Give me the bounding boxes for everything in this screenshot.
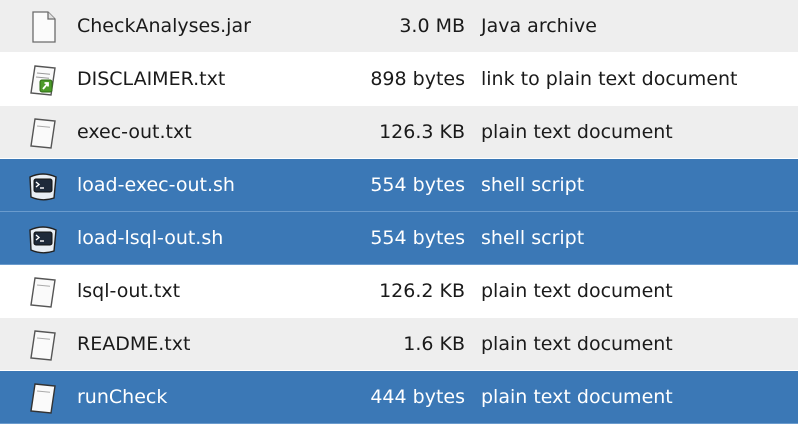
text-document-icon xyxy=(26,275,60,309)
file-name: load-exec-out.sh xyxy=(77,174,235,196)
file-size: 126.3 KB xyxy=(379,121,465,143)
file-row-disclaimer-txt[interactable]: DISCLAIMER.txt 898 bytes link to plain t… xyxy=(0,53,798,106)
shell-script-icon xyxy=(26,169,60,203)
file-type: Java archive xyxy=(481,15,597,37)
file-size: 444 bytes xyxy=(370,386,465,408)
shell-script-icon xyxy=(26,222,60,256)
file-name: DISCLAIMER.txt xyxy=(77,68,226,90)
file-type: plain text document xyxy=(481,333,673,355)
file-name: runCheck xyxy=(77,386,168,408)
file-row-checkanalyses-jar[interactable]: CheckAnalyses.jar 3.0 MB Java archive xyxy=(0,0,798,53)
text-document-icon xyxy=(26,381,60,415)
file-size: 126.2 KB xyxy=(379,280,465,302)
file-type: plain text document xyxy=(481,121,673,143)
file-row-lsql-out-txt[interactable]: lsql-out.txt 126.2 KB plain text documen… xyxy=(0,265,798,318)
file-type: plain text document xyxy=(481,386,673,408)
file-type: shell script xyxy=(481,227,585,249)
text-document-icon xyxy=(26,328,60,362)
file-list: CheckAnalyses.jar 3.0 MB Java archive DI… xyxy=(0,0,798,424)
file-name: README.txt xyxy=(77,333,191,355)
file-row-exec-out-txt[interactable]: exec-out.txt 126.3 KB plain text documen… xyxy=(0,106,798,159)
text-link-icon xyxy=(26,63,60,97)
file-row-load-lsql-out-sh[interactable]: load-lsql-out.sh 554 bytes shell script xyxy=(0,212,798,265)
file-type: link to plain text document xyxy=(481,68,738,90)
java-archive-icon xyxy=(26,10,60,44)
file-type: shell script xyxy=(481,174,585,196)
file-size: 898 bytes xyxy=(370,68,465,90)
file-row-load-exec-out-sh[interactable]: load-exec-out.sh 554 bytes shell script xyxy=(0,159,798,212)
file-name: CheckAnalyses.jar xyxy=(77,15,251,37)
file-size: 554 bytes xyxy=(370,174,465,196)
file-size: 3.0 MB xyxy=(399,15,465,37)
file-row-runcheck[interactable]: runCheck 444 bytes plain text document xyxy=(0,371,798,424)
file-name: exec-out.txt xyxy=(77,121,192,143)
file-row-readme-txt[interactable]: README.txt 1.6 KB plain text document xyxy=(0,318,798,371)
text-document-icon xyxy=(26,116,60,150)
file-size: 1.6 KB xyxy=(403,333,465,355)
file-size: 554 bytes xyxy=(370,227,465,249)
file-type: plain text document xyxy=(481,280,673,302)
file-name: load-lsql-out.sh xyxy=(77,227,224,249)
file-name: lsql-out.txt xyxy=(77,280,181,302)
